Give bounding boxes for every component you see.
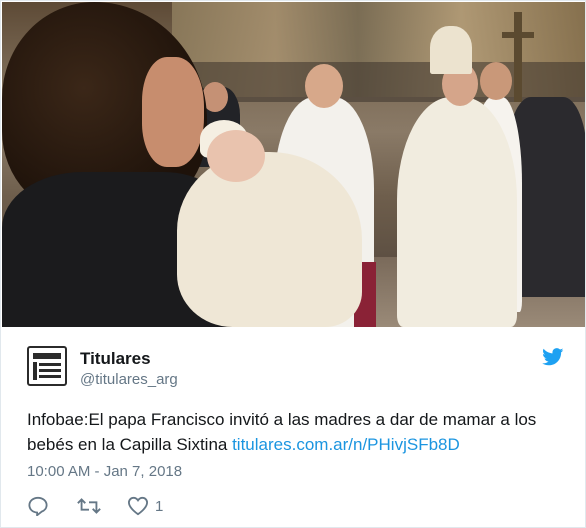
baby-blanket	[177, 152, 362, 327]
avatar-band	[33, 353, 61, 359]
processional-cross	[514, 12, 522, 102]
second-priest-head	[480, 62, 512, 100]
tweet-card: Titulares @titulares_arg Infobae:El papa…	[0, 0, 586, 528]
priest-head	[305, 64, 343, 108]
reply-icon	[28, 496, 48, 516]
author-name[interactable]: Titulares	[80, 349, 151, 369]
avatar-line	[39, 363, 61, 366]
retweet-button[interactable]	[76, 495, 102, 517]
like-button[interactable]: 1	[127, 495, 163, 517]
tweet-photo[interactable]	[2, 2, 585, 327]
mother-face	[142, 57, 204, 167]
like-count: 1	[155, 497, 164, 515]
retweet-icon	[77, 498, 101, 514]
mitre	[430, 26, 472, 74]
avatar-line	[39, 375, 61, 378]
avatar-line	[39, 369, 61, 372]
processional-cross-bar	[502, 32, 534, 38]
pope-figure	[397, 97, 517, 327]
tweet-text: Infobae:El papa Francisco invitó a las m…	[27, 407, 572, 457]
tweet-timestamp[interactable]: 10:00 AM - Jan 7, 2018	[27, 463, 182, 480]
twitter-bird-icon[interactable]	[542, 348, 564, 366]
author-handle[interactable]: @titulares_arg	[80, 371, 178, 388]
newspaper-icon[interactable]	[27, 346, 67, 386]
heart-icon	[127, 496, 149, 516]
tweet-link[interactable]: titulares.com.ar/n/PHivjSFb8D	[232, 435, 460, 454]
baby-face	[207, 130, 265, 182]
avatar-column	[33, 362, 37, 380]
reply-button[interactable]	[27, 495, 49, 517]
